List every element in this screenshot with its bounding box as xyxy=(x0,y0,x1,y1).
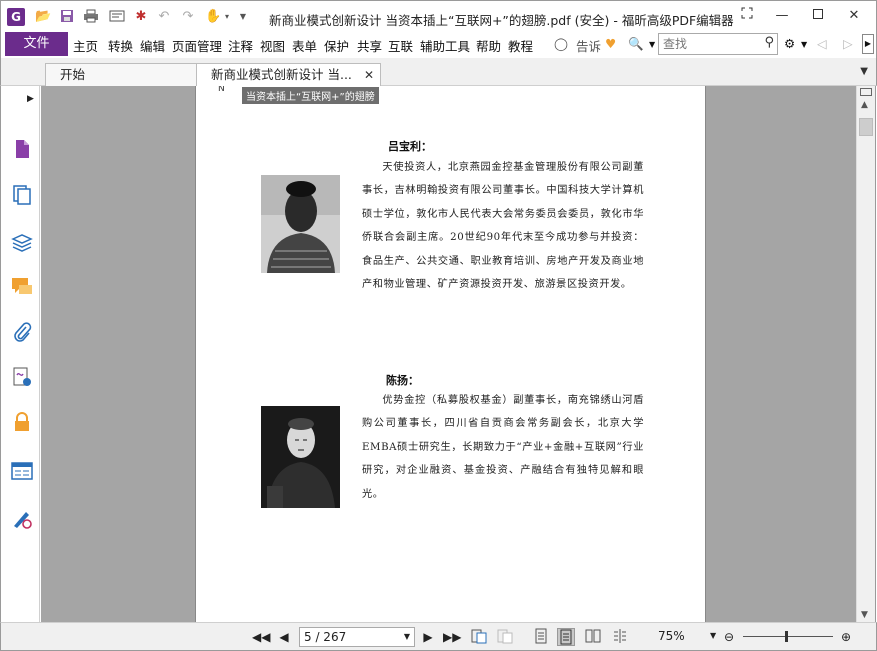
two-page-continuous-icon[interactable] xyxy=(611,628,629,646)
menu-view[interactable]: 视图 xyxy=(260,36,285,55)
menu-share[interactable]: 共享 xyxy=(357,36,382,55)
person-name: 陈扬： xyxy=(386,374,419,387)
tab-label: 新商业模式创新设计 当... xyxy=(211,67,352,82)
lightbulb-icon[interactable]: ◯ xyxy=(554,36,568,51)
person-bio: 优势金控（私募股权基金）副董事长，南充锦绣山河盾购公司董事长，四川省自贡商会常务… xyxy=(362,395,644,500)
new-document-icon[interactable]: ✱ xyxy=(133,9,149,25)
tab-label: 开始 xyxy=(60,67,86,82)
two-page-view-icon[interactable] xyxy=(584,628,602,646)
print-icon[interactable] xyxy=(83,9,99,25)
tab-document[interactable]: 新商业模式创新设计 当... ✕ xyxy=(196,63,381,87)
ribbon-expand-icon[interactable]: ▶ xyxy=(862,34,874,54)
vertical-scrollbar[interactable]: ▲ ▼ xyxy=(856,86,876,622)
pages-icon[interactable] xyxy=(11,138,33,160)
minimize-button[interactable]: — xyxy=(767,5,797,27)
menu-organize[interactable]: 页面管理 xyxy=(172,36,222,55)
menu-connect[interactable]: 互联 xyxy=(388,36,413,55)
zoom-level[interactable]: 75% xyxy=(658,629,685,643)
single-page-view-icon[interactable] xyxy=(532,628,550,646)
close-button[interactable]: ✕ xyxy=(839,5,869,27)
thumbnails-icon[interactable] xyxy=(11,184,33,206)
attachments-icon[interactable] xyxy=(11,321,33,343)
menu-tutorial[interactable]: 教程 xyxy=(508,36,533,55)
search-box[interactable]: ⚲ xyxy=(658,33,778,55)
form-fields-icon[interactable] xyxy=(11,460,33,482)
security-icon[interactable] xyxy=(11,411,33,433)
layers-icon[interactable] xyxy=(11,231,33,253)
signatures-icon[interactable] xyxy=(11,366,33,388)
fullscreen-icon[interactable] xyxy=(732,5,762,27)
menu-bar: 文件 主页 转换 编辑 页面管理 注释 视图 表单 保护 共享 互联 辅助工具 … xyxy=(0,32,877,58)
certificate-icon[interactable] xyxy=(11,508,33,530)
navigation-panel: ▶ xyxy=(0,86,40,622)
status-bar: ◀◀ ◀ 5 / 267 ▼ ▶ ▶▶ 75% ▼ ⊖ ⊕ xyxy=(0,622,877,651)
forward-arrow-icon[interactable]: ▷ xyxy=(843,36,853,51)
settings-gear-icon[interactable]: ⚙ xyxy=(784,36,795,51)
search-input[interactable] xyxy=(659,34,755,54)
page-number-value: 5 / 267 xyxy=(304,630,347,644)
zoom-slider-thumb[interactable] xyxy=(784,631,788,642)
portrait-photo xyxy=(261,406,340,508)
tab-list-chevron-icon[interactable]: ▼ xyxy=(860,66,868,77)
open-icon[interactable]: 📂 xyxy=(35,9,51,25)
email-icon[interactable] xyxy=(109,9,125,25)
next-page-icon[interactable]: ▶ xyxy=(419,628,437,646)
menu-help[interactable]: 帮助 xyxy=(476,36,501,55)
close-tab-icon[interactable]: ✕ xyxy=(364,64,374,86)
document-viewport[interactable]: N 吕宝利： 天使投资人，北京燕园金控基金管理股份有限公司副董事长，吉林明翰投资… xyxy=(41,86,856,622)
zoom-dropdown-chevron-icon[interactable]: ▼ xyxy=(710,631,716,640)
redo-icon[interactable]: ↷ xyxy=(180,9,196,25)
menu-comment[interactable]: 注释 xyxy=(228,36,253,55)
undo-icon[interactable]: ↶ xyxy=(156,9,172,25)
title-tooltip: 当资本插上“互联网+”的翅膀 xyxy=(242,87,379,104)
customize-toolbar-icon[interactable]: ▾ xyxy=(219,9,235,25)
zoom-in-icon[interactable]: ⊕ xyxy=(837,628,855,646)
page-header-mark: N xyxy=(218,86,225,94)
first-page-icon[interactable]: ◀◀ xyxy=(252,628,270,646)
search-icon[interactable]: ⚲ xyxy=(764,35,774,50)
split-view-icon[interactable] xyxy=(860,88,872,96)
settings-chevron-icon[interactable]: ▼ xyxy=(801,40,807,49)
last-page-icon[interactable]: ▶▶ xyxy=(443,628,461,646)
zoom-out-icon[interactable]: ⊖ xyxy=(720,628,738,646)
find-folder-icon[interactable]: 🔍 xyxy=(628,36,644,52)
back-arrow-icon[interactable]: ◁ xyxy=(817,36,827,51)
previous-page-icon[interactable]: ◀ xyxy=(275,628,293,646)
person-name: 吕宝利： xyxy=(388,140,432,153)
page-number-field[interactable]: 5 / 267 ▼ xyxy=(299,627,415,647)
tab-bar: 开始 新商业模式创新设计 当... ✕ ▼ xyxy=(0,58,877,87)
next-view-icon[interactable] xyxy=(496,628,514,646)
scroll-down-arrow-icon[interactable]: ▼ xyxy=(861,610,868,620)
person-bio: 天使投资人，北京燕园金控基金管理股份有限公司副董事长，吉林明翰投资有限公司董事长… xyxy=(362,162,644,291)
find-options-chevron-icon[interactable]: ▼ xyxy=(649,40,655,49)
continuous-view-icon[interactable] xyxy=(557,628,575,646)
title-bar: G 📂 ✱ ↶ ↷ ✋ ▾ ▼ 新商业模式创新设计 当资本插上“互联网+”的翅膀… xyxy=(0,0,877,32)
pdf-page: N 吕宝利： 天使投资人，北京燕园金控基金管理股份有限公司副董事长，吉林明翰投资… xyxy=(195,86,706,622)
menu-form[interactable]: 表单 xyxy=(292,36,317,55)
menu-edit[interactable]: 编辑 xyxy=(140,36,165,55)
tab-start[interactable]: 开始 xyxy=(45,63,197,86)
expand-panel-icon[interactable]: ▶ xyxy=(27,94,34,104)
scroll-thumb[interactable] xyxy=(859,118,873,136)
menu-protect[interactable]: 保护 xyxy=(324,36,349,55)
maximize-button[interactable] xyxy=(803,5,833,27)
more-tools-chevron-icon[interactable]: ▼ xyxy=(235,9,251,25)
like-icon[interactable]: ♥ xyxy=(605,36,616,51)
comments-icon[interactable] xyxy=(11,276,33,298)
previous-view-icon[interactable] xyxy=(470,628,488,646)
save-icon[interactable] xyxy=(59,9,75,25)
zoom-slider[interactable] xyxy=(743,636,833,637)
window-title: 新商业模式创新设计 当资本插上“互联网+”的翅膀.pdf (安全) - 福昕高级… xyxy=(269,13,734,28)
menu-home[interactable]: 主页 xyxy=(73,36,98,55)
tell-me-label[interactable]: 告诉 xyxy=(576,36,601,55)
menu-accessibility[interactable]: 辅助工具 xyxy=(420,36,470,55)
menu-convert[interactable]: 转换 xyxy=(108,36,133,55)
page-dropdown-chevron-icon[interactable]: ▼ xyxy=(404,628,410,646)
file-menu-button[interactable]: 文件 xyxy=(5,32,68,56)
portrait-photo xyxy=(261,175,340,273)
scroll-up-arrow-icon[interactable]: ▲ xyxy=(861,100,868,110)
app-logo-icon[interactable]: G xyxy=(7,8,25,26)
